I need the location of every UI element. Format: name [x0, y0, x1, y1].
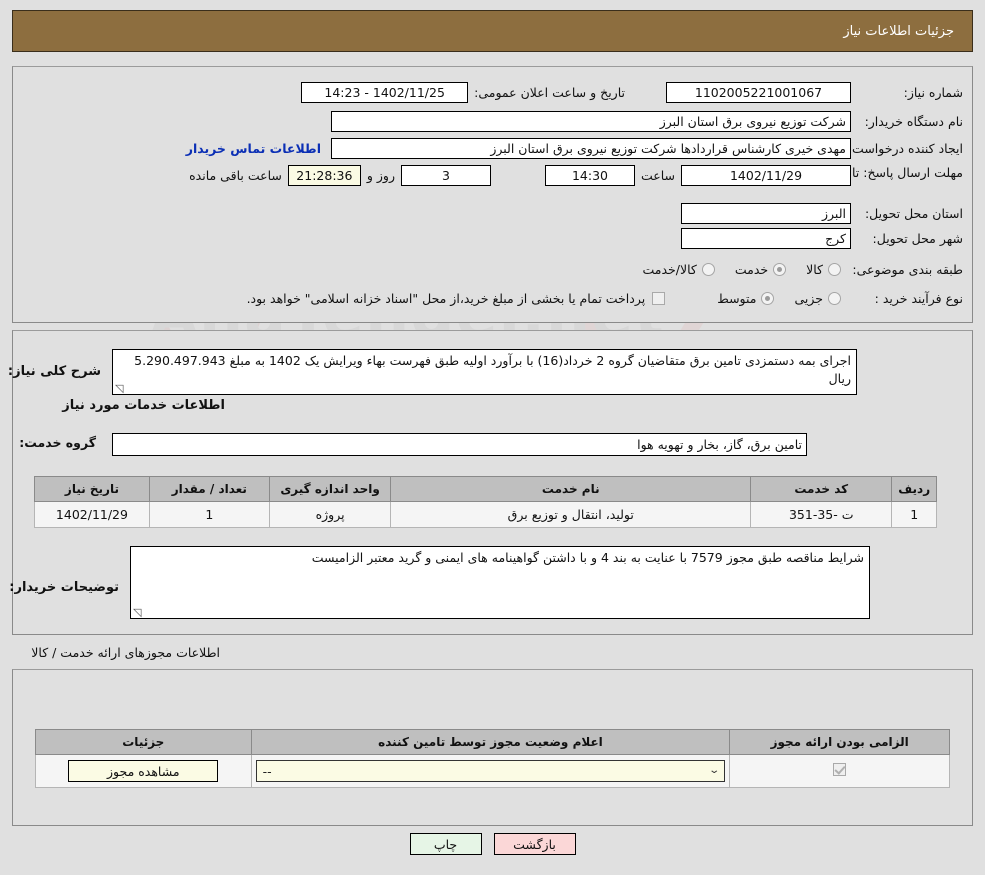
print-button[interactable]: چاپ	[409, 833, 482, 855]
treasury-note: پرداخت تمام یا بخشی از مبلغ خرید،از محل …	[246, 291, 646, 306]
deadline-date-value: 1402/11/29	[681, 165, 851, 186]
deadline-time-value: 14:30	[544, 165, 635, 186]
page-root: AnaTender.net جزئیات اطلاعات نیاز شماره …	[0, 0, 985, 875]
col-date: تاریخ نیاز	[34, 476, 150, 502]
city-row: شهر محل تحویل: کرج	[681, 228, 963, 249]
deadline-row: مهلت ارسال پاسخ: تا تاریخ: 1402/11/29 سا…	[189, 165, 963, 186]
cell-unit: پروژه	[268, 501, 392, 528]
license-status-select[interactable]: ⌄ --	[255, 760, 726, 782]
col-license-detail: جزئیات	[35, 729, 252, 755]
description-textarea[interactable]: اجرای بمه دستمزدی تامین برق متقاضیان گرو…	[112, 349, 857, 395]
process-row: نوع فرآیند خرید : جزیی متوسط پرداخت تمام…	[247, 291, 963, 306]
licenses-section-title: اطلاعات مجوزهای ارائه خدمت / کالا	[31, 645, 220, 660]
buyer-org-row: نام دستگاه خریدار: شرکت توزیع نیروی برق …	[331, 111, 963, 132]
cell-name: تولید، انتقال و توزیع برق	[390, 501, 752, 528]
creator-value: مهدی خیری کارشناس قراردادها شرکت توزیع ن…	[331, 138, 851, 159]
page-title: جزئیات اطلاعات نیاز	[843, 23, 954, 39]
category-option-goods-label: کالا	[806, 262, 823, 277]
services-section-title: اطلاعات خدمات مورد نیاز	[62, 398, 225, 413]
services-table-header-row: ردیف کد خدمت نام خدمت واحد اندازه گیری ت…	[34, 476, 937, 502]
col-quantity: تعداد / مقدار	[148, 476, 270, 502]
licenses-table: الزامی بودن ارائه مجوز اعلام وضعیت مجوز …	[35, 729, 950, 788]
province-row: استان محل تحویل: البرز	[681, 203, 963, 224]
province-value: البرز	[681, 203, 851, 224]
col-license-status: اعلام وضعیت مجوز توسط تامین کننده	[250, 729, 731, 755]
col-license-required: الزامی بودن ارائه مجوز	[729, 729, 950, 755]
window-title-bar: جزئیات اطلاعات نیاز	[12, 10, 973, 52]
radio-service[interactable]	[773, 263, 787, 276]
need-number-value: 1102005221001067	[666, 82, 851, 103]
resize-grip-icon-2[interactable]: ◹	[133, 607, 143, 618]
cell-quantity: 1	[148, 501, 270, 528]
remaining-days-value: 3	[400, 165, 491, 186]
process-option-medium-label: متوسط	[717, 291, 757, 306]
cell-code: ت -35-351	[750, 501, 893, 528]
radio-minor[interactable]	[828, 292, 841, 305]
category-option-goods-service-label: کالا/خدمت	[642, 262, 697, 277]
need-info-panel	[12, 66, 973, 323]
radio-medium[interactable]	[761, 292, 775, 305]
process-option-minor-label: جزیی	[794, 291, 823, 306]
license-required-checkbox	[833, 763, 847, 776]
category-option-service-label: خدمت	[734, 262, 769, 277]
radio-goods-service[interactable]	[701, 263, 715, 276]
buyer-notes-label: توضیحات خریدار:	[9, 580, 119, 595]
services-table: ردیف کد خدمت نام خدمت واحد اندازه گیری ت…	[34, 476, 937, 528]
cell-index: 1	[891, 501, 937, 528]
view-license-button[interactable]: مشاهده مجوز	[68, 760, 219, 782]
remaining-label: ساعت باقی مانده	[189, 168, 282, 183]
col-name: نام خدمت	[390, 476, 752, 502]
process-label: نوع فرآیند خرید :	[874, 291, 963, 306]
licenses-table-header-row: الزامی بودن ارائه مجوز اعلام وضعیت مجوز …	[35, 729, 950, 755]
table-row: 1 ت -35-351 تولید، انتقال و توزیع برق پر…	[34, 501, 937, 528]
buyer-contact-link[interactable]: اطلاعات تماس خریدار	[186, 141, 321, 156]
need-number-label: شماره نیاز:	[903, 85, 963, 100]
back-button[interactable]: بازگشت	[493, 833, 576, 855]
cell-license-required	[729, 754, 950, 788]
footer-button-bar: بازگشت چاپ	[0, 833, 985, 855]
description-label: شرح کلی نیاز:	[7, 364, 101, 379]
buyer-org-label: نام دستگاه خریدار:	[864, 114, 963, 129]
city-label: شهر محل تحویل:	[872, 231, 963, 246]
license-status-value: --	[262, 763, 272, 779]
days-label: روز و	[366, 168, 395, 183]
table-row: ⌄ -- مشاهده مجوز	[35, 754, 950, 788]
resize-grip-icon[interactable]: ◹	[115, 383, 125, 394]
city-value: کرج	[681, 228, 851, 249]
announce-label: تاریخ و ساعت اعلان عمومی:	[474, 85, 625, 100]
radio-goods[interactable]	[828, 263, 841, 276]
deadline-label: مهلت ارسال پاسخ: تا تاریخ:	[818, 165, 963, 180]
description-value: اجرای بمه دستمزدی تامین برق متقاضیان گرو…	[134, 353, 851, 386]
chevron-down-icon: ⌄	[708, 765, 721, 776]
province-label: استان محل تحویل:	[864, 206, 963, 221]
need-number-row: شماره نیاز: 1102005221001067	[666, 82, 963, 103]
buyer-notes-value: شرایط مناقصه طبق مجوز 7579 با عنایت به ب…	[311, 550, 864, 565]
buyer-notes-textarea[interactable]: شرایط مناقصه طبق مجوز 7579 با عنایت به ب…	[130, 546, 870, 619]
col-index: ردیف	[891, 476, 937, 502]
category-row: طبقه بندی موضوعی: کالا خدمت کالا/خدمت	[622, 262, 963, 277]
service-group-row: گروه خدمت:	[19, 435, 96, 450]
treasury-checkbox[interactable]	[652, 292, 666, 305]
cell-date: 1402/11/29	[34, 501, 150, 528]
hour-label: ساعت	[640, 168, 675, 183]
process-option-minor[interactable]: جزیی	[794, 291, 841, 306]
process-option-medium[interactable]: متوسط	[717, 291, 775, 306]
announce-value: 1402/11/25 - 14:23	[301, 82, 469, 103]
category-option-service[interactable]: خدمت	[734, 262, 787, 277]
cell-license-detail: مشاهده مجوز	[35, 754, 252, 788]
col-code: کد خدمت	[750, 476, 893, 502]
countdown-value: 21:28:36	[287, 165, 361, 186]
service-group-label: گروه خدمت:	[19, 435, 96, 450]
col-unit: واحد اندازه گیری	[268, 476, 392, 502]
service-group-value: تامین برق، گاز، بخار و تهویه هوا	[112, 433, 807, 456]
category-option-goods[interactable]: کالا	[806, 262, 841, 277]
announce-row: تاریخ و ساعت اعلان عمومی: 1402/11/25 - 1…	[301, 82, 625, 103]
creator-row: ایجاد کننده درخواست: مهدی خیری کارشناس ق…	[186, 138, 963, 159]
buyer-org-value: شرکت توزیع نیروی برق استان البرز	[331, 111, 851, 132]
cell-license-status: ⌄ --	[250, 754, 731, 788]
category-option-goods-service[interactable]: کالا/خدمت	[642, 262, 715, 277]
creator-label: ایجاد کننده درخواست:	[847, 141, 963, 156]
category-label: طبقه بندی موضوعی:	[852, 262, 963, 277]
